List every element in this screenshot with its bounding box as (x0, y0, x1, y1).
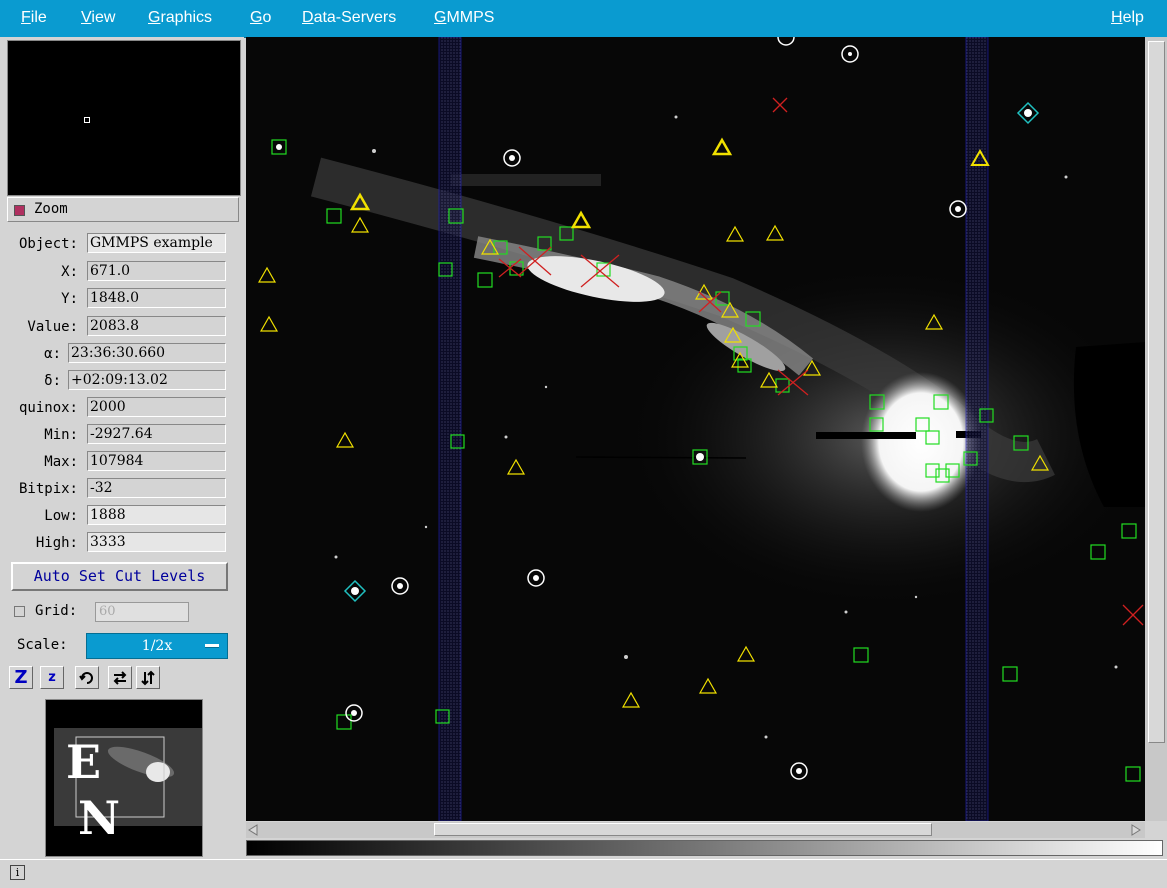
menu-gmmps[interactable]: GMMPS (434, 9, 494, 27)
rotate-icon (79, 672, 93, 684)
slit-band-left (438, 37, 462, 821)
max-value: 107984 (87, 451, 226, 471)
min-value: -2927.64 (87, 424, 226, 444)
x-row: X: 671.0 (0, 261, 244, 283)
min-label: Min: (44, 427, 78, 443)
magnifier-window: E N (45, 699, 203, 857)
auto-set-cut-levels-button[interactable]: Auto Set Cut Levels (11, 562, 228, 591)
max-label: Max: (44, 454, 78, 470)
low-label: Low: (44, 508, 78, 524)
menu-view[interactable]: View (81, 9, 115, 27)
delta-value: +02:09:13.02 (68, 370, 226, 390)
rotate-button[interactable] (75, 666, 99, 689)
low-input[interactable]: 1888 (87, 505, 226, 525)
zoom-in-button[interactable]: Z (9, 666, 33, 689)
zoom-toggle[interactable]: Zoom (7, 197, 239, 222)
scroll-left-arrow-icon[interactable] (247, 824, 259, 836)
bleed-trail (816, 432, 916, 439)
high-row: High: 3333 (0, 532, 244, 554)
value-row: Value: 2083.8 (0, 316, 244, 338)
y-label: Y: (61, 291, 78, 307)
bitpix-value: -32 (87, 478, 226, 498)
dropdown-arrow-icon (205, 644, 219, 648)
image-canvas[interactable] (246, 37, 1145, 821)
min-row: Min: -2927.64 (0, 424, 244, 446)
satellite-trail (575, 456, 747, 459)
colorbar[interactable] (246, 840, 1163, 856)
delta-row: δ: +02:09:13.02 (0, 370, 244, 392)
flip-y-button[interactable] (136, 666, 160, 689)
horizontal-scroll-thumb[interactable] (434, 823, 932, 836)
pixel-value: 2083.8 (87, 316, 226, 336)
menu-graphics[interactable]: Graphics (148, 9, 212, 27)
galaxy-core (861, 372, 981, 512)
alpha-label: α: (44, 346, 61, 362)
alpha-row: α: 23:36:30.660 (0, 343, 244, 365)
menu-help[interactable]: Help (1111, 9, 1144, 27)
scale-dropdown[interactable]: 1/2x (86, 633, 228, 659)
value-label: Value: (27, 319, 78, 335)
object-field[interactable]: GMMPS example (87, 233, 226, 253)
flip-x-icon (113, 671, 127, 685)
horizontal-scrollbar[interactable] (246, 822, 1145, 838)
image-svg[interactable] (246, 37, 1145, 821)
max-row: Max: 107984 (0, 451, 244, 473)
equinox-label: quinox: (18, 400, 78, 416)
delta-label: δ: (44, 373, 61, 389)
scrollbar-corner (1145, 822, 1167, 838)
menu-file[interactable]: File (21, 9, 47, 27)
flip-y-icon (141, 670, 155, 686)
zoom-checkbox-icon[interactable] (14, 205, 25, 216)
y-value: 1848.0 (87, 288, 226, 308)
vertical-scroll-thumb[interactable] (1148, 41, 1165, 743)
scale-value: 1/2x (141, 638, 173, 654)
object-label: Object: (18, 236, 78, 252)
zoom-in-icon: Z (14, 667, 28, 688)
zoom-label: Zoom (34, 201, 68, 217)
svg-text:E: E (66, 735, 101, 789)
y-row: Y: 1848.0 (0, 288, 244, 310)
zoom-out-button[interactable]: z (40, 666, 64, 689)
status-bar: i (0, 859, 1167, 888)
svg-text:N: N (78, 791, 120, 845)
low-row: Low: 1888 (0, 505, 244, 527)
pan-view-box[interactable] (84, 117, 90, 123)
menu-data-servers[interactable]: Data-Servers (302, 9, 396, 27)
scroll-right-arrow-icon[interactable] (1130, 824, 1142, 836)
scale-label: Scale: (17, 637, 68, 653)
x-label: X: (61, 264, 78, 280)
object-row: Object: GMMPS example (0, 233, 244, 255)
alpha-value: 23:36:30.660 (68, 343, 226, 363)
menu-go[interactable]: Go (250, 9, 271, 27)
bitpix-row: Bitpix: -32 (0, 478, 244, 500)
pan-window[interactable] (7, 40, 241, 196)
zoom-out-icon: z (48, 670, 56, 685)
detector-gap (451, 174, 601, 186)
equinox-value: 2000 (87, 397, 226, 417)
grid-label: Grid: (35, 603, 78, 619)
high-input[interactable]: 3333 (87, 532, 226, 552)
high-label: High: (35, 535, 78, 551)
grid-spacing-input[interactable]: 60 (95, 602, 189, 622)
bitpix-label: Bitpix: (18, 481, 78, 497)
flip-x-button[interactable] (108, 666, 132, 689)
vertical-scrollbar[interactable] (1145, 37, 1167, 821)
grid-checkbox[interactable] (14, 606, 25, 617)
info-icon[interactable]: i (10, 865, 25, 880)
control-panel: Zoom Object: GMMPS example X: 671.0 Y: 1… (0, 37, 244, 857)
x-value: 671.0 (87, 261, 226, 281)
menu-bar: File View Graphics Go Data-Servers GMMPS… (0, 0, 1167, 38)
equinox-row: quinox: 2000 (0, 397, 244, 419)
